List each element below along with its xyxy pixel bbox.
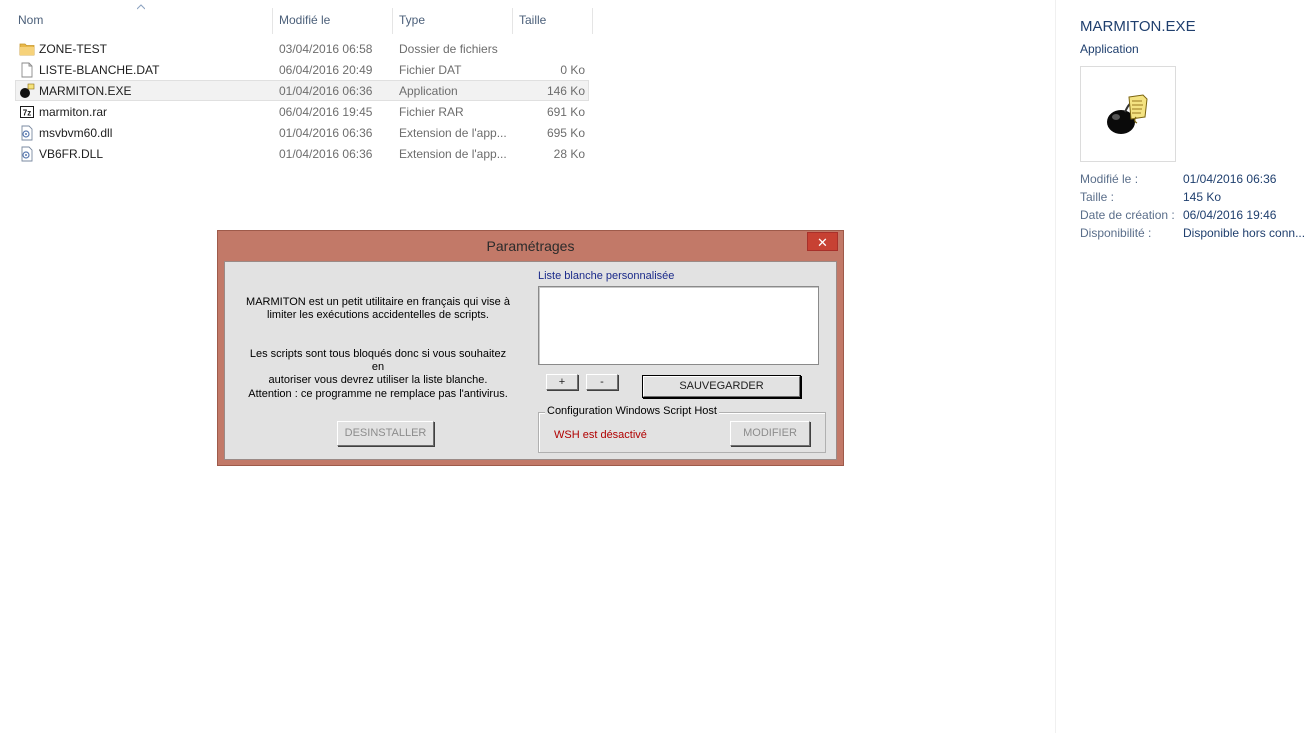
remove-entry-button[interactable]: - — [586, 374, 618, 390]
dialog-client-area: MARMITON est un petit utilitaire en fran… — [224, 261, 837, 460]
column-divider[interactable] — [512, 8, 513, 34]
sort-ascending-icon — [137, 4, 145, 10]
close-button[interactable]: ✕ — [807, 232, 838, 251]
file-modified: 01/04/2016 06:36 — [279, 126, 373, 140]
description-line: limiter les exécutions accidentelles de … — [267, 309, 489, 321]
save-button[interactable]: SAUVEGARDER — [643, 376, 800, 397]
column-divider[interactable] — [272, 8, 273, 34]
prop-label-size: Taille : — [1080, 190, 1115, 204]
add-entry-button[interactable]: + — [546, 374, 578, 390]
document-icon — [21, 62, 33, 78]
svg-text:7z: 7z — [23, 109, 31, 118]
column-header-name[interactable]: Nom — [18, 13, 43, 27]
wsh-status-text: WSH est désactivé — [554, 429, 647, 441]
file-row-liste-blanche[interactable]: LISTE-BLANCHE.DAT 06/04/2016 20:49 Fichi… — [15, 59, 589, 80]
file-name: LISTE-BLANCHE.DAT — [39, 63, 160, 77]
details-pane-divider[interactable] — [1055, 0, 1056, 733]
file-size: 146 Ko — [546, 84, 585, 98]
details-title: MARMITON.EXE — [1080, 18, 1196, 35]
file-modified: 03/04/2016 06:58 — [279, 42, 373, 56]
file-size: 28 Ko — [553, 147, 585, 161]
file-type: Dossier de fichiers — [399, 42, 498, 56]
file-row-msvbvm60[interactable]: msvbvm60.dll 01/04/2016 06:36 Extension … — [15, 122, 589, 143]
file-name: MARMITON.EXE — [39, 84, 132, 98]
file-size: 691 Ko — [546, 105, 585, 119]
folder-icon — [19, 43, 35, 56]
wsh-group-title: Configuration Windows Script Host — [545, 405, 719, 417]
file-type: Extension de l'app... — [399, 126, 507, 140]
prop-value-availability: Disponible hors conn... — [1183, 226, 1306, 240]
column-headers: Nom Modifié le Type Taille — [0, 0, 600, 34]
prop-value-modified: 01/04/2016 06:36 — [1183, 172, 1277, 186]
description-text: MARMITON est un petit utilitaire en fran… — [243, 296, 513, 322]
file-name: ZONE-TEST — [39, 42, 107, 56]
column-header-modified[interactable]: Modifié le — [279, 13, 330, 27]
warning-text: Attention : ce programme ne remplace pas… — [248, 388, 508, 400]
file-type: Extension de l'app... — [399, 147, 507, 161]
file-modified: 01/04/2016 06:36 — [279, 84, 373, 98]
prop-label-created: Date de création : — [1080, 208, 1175, 222]
prop-value-size: 145 Ko — [1183, 190, 1222, 204]
column-divider[interactable] — [392, 8, 393, 34]
column-divider[interactable] — [592, 8, 593, 34]
whitelist-hint-text: Les scripts sont tous bloqués donc si vo… — [243, 348, 513, 387]
archive-icon: 7z — [20, 106, 34, 118]
whitelist-listbox[interactable] — [538, 286, 819, 365]
file-row-marmiton-exe[interactable]: MARMITON.EXE 01/04/2016 06:36 Applicatio… — [15, 80, 589, 101]
file-preview — [1080, 66, 1176, 162]
file-name: marmiton.rar — [39, 105, 108, 119]
close-icon: ✕ — [817, 235, 828, 250]
file-modified: 06/04/2016 19:45 — [279, 105, 373, 119]
prop-label-availability: Disponibilité : — [1080, 226, 1152, 240]
file-type: Fichier RAR — [399, 105, 464, 119]
hint-line: autoriser vous devrez utiliser la liste … — [268, 374, 488, 386]
file-modified: 01/04/2016 06:36 — [279, 147, 373, 161]
file-size: 0 Ko — [560, 63, 585, 77]
file-row-zone-test[interactable]: ZONE-TEST 03/04/2016 06:58 Dossier de fi… — [15, 38, 589, 59]
file-type: Fichier DAT — [399, 63, 462, 77]
file-name: VB6FR.DLL — [39, 147, 104, 161]
hint-line: Les scripts sont tous bloqués donc si vo… — [249, 348, 507, 373]
whitelist-label: Liste blanche personnalisée — [538, 270, 675, 282]
uninstall-button[interactable]: DESINSTALLER — [337, 421, 434, 446]
file-type: Application — [399, 84, 458, 98]
file-name: msvbvm60.dll — [39, 126, 113, 140]
details-subtitle: Application — [1080, 42, 1139, 56]
dll-icon — [21, 146, 33, 162]
file-row-vb6fr[interactable]: VB6FR.DLL 01/04/2016 06:36 Extension de … — [15, 143, 589, 164]
dialog-title[interactable]: Paramétrages — [218, 238, 843, 254]
description-line: MARMITON est un petit utilitaire en fran… — [246, 296, 510, 308]
file-modified: 06/04/2016 20:49 — [279, 63, 373, 77]
prop-label-modified: Modifié le : — [1080, 172, 1139, 186]
bomb-icon — [20, 83, 35, 98]
column-header-type[interactable]: Type — [399, 13, 425, 27]
file-size: 695 Ko — [546, 126, 585, 140]
bomb-scroll-icon — [1107, 94, 1148, 134]
dll-icon — [21, 125, 33, 141]
file-row-marmiton-rar[interactable]: 7z marmiton.rar 06/04/2016 19:45 Fichier… — [15, 101, 589, 122]
settings-dialog: Paramétrages ✕ MARMITON est un petit uti… — [217, 230, 844, 466]
prop-value-created: 06/04/2016 19:46 — [1183, 208, 1277, 222]
modify-button[interactable]: MODIFIER — [730, 421, 810, 446]
column-header-size[interactable]: Taille — [519, 13, 546, 27]
